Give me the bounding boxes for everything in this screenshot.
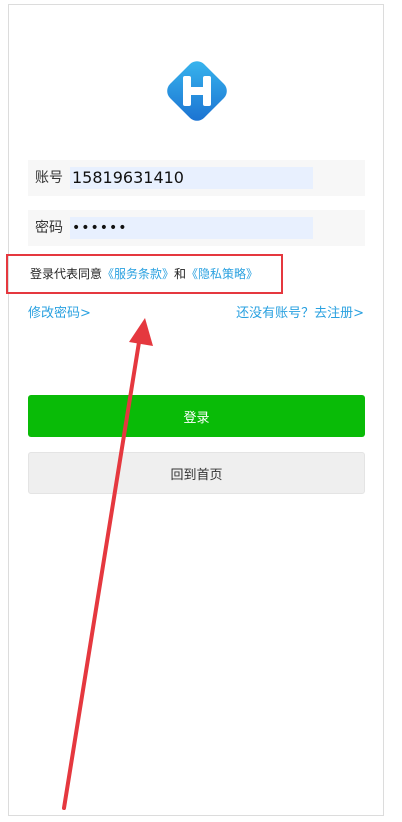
privacy-link[interactable]: 《隐私策略》: [186, 267, 258, 281]
app-logo-icon: [167, 61, 227, 121]
password-row: 密码 ••••••: [28, 210, 365, 246]
account-label: 账号: [35, 170, 63, 186]
agreement-text: 登录代表同意《服务条款》和《隐私策略》: [30, 265, 258, 282]
password-label: 密码: [35, 220, 63, 236]
agreement-prefix: 登录代表同意: [30, 267, 103, 281]
back-home-button[interactable]: 回到首页: [28, 452, 365, 494]
login-button[interactable]: 登录: [28, 395, 365, 437]
change-password-link[interactable]: 修改密码>: [28, 302, 91, 321]
account-row: 账号 15819631410: [28, 160, 365, 196]
terms-link[interactable]: 《服务条款》: [102, 267, 174, 281]
register-link[interactable]: 还没有账号？去注册>: [236, 302, 364, 321]
account-input[interactable]: 15819631410: [70, 167, 313, 189]
password-input[interactable]: ••••••: [70, 217, 313, 239]
agreement-connector: 和: [174, 267, 187, 281]
